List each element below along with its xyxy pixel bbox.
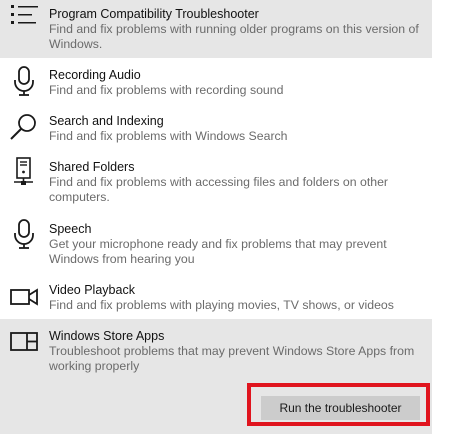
microphone-icon — [8, 218, 40, 250]
troubleshooter-item-video-playback[interactable]: Video Playback Find and fix problems wit… — [0, 273, 432, 319]
magnifier-icon — [8, 111, 40, 143]
troubleshooter-description: Troubleshoot problems that may prevent W… — [49, 344, 415, 373]
troubleshooter-description: Find and fix problems with recording sou… — [49, 83, 284, 97]
store-apps-icon — [8, 325, 40, 357]
troubleshooter-description: Get your microphone ready and fix proble… — [49, 237, 387, 266]
troubleshooter-title: Recording Audio — [49, 68, 141, 82]
list-icon — [8, 3, 40, 35]
troubleshooter-item-program-compatibility[interactable]: Program Compatibility Troubleshooter Fin… — [0, 0, 432, 58]
troubleshooter-title: Shared Folders — [49, 160, 135, 174]
troubleshooter-title: Search and Indexing — [49, 114, 164, 128]
troubleshooter-description: Find and fix problems with running older… — [49, 22, 419, 51]
microphone-icon — [8, 65, 40, 97]
troubleshooter-title: Windows Store Apps — [49, 329, 165, 343]
troubleshooter-title: Video Playback — [49, 283, 135, 297]
networked-computer-icon — [8, 157, 40, 189]
troubleshooter-title: Program Compatibility Troubleshooter — [49, 7, 259, 21]
troubleshooter-description: Find and fix problems with Windows Searc… — [49, 129, 288, 143]
troubleshooter-description: Find and fix problems with accessing fil… — [49, 175, 389, 204]
troubleshooter-item-shared-folders[interactable]: Shared Folders Find and fix problems wit… — [0, 150, 432, 211]
run-troubleshooter-button[interactable]: Run the troubleshooter — [261, 396, 420, 420]
video-camera-icon — [8, 281, 40, 313]
troubleshooter-item-search-indexing[interactable]: Search and Indexing Find and fix problem… — [0, 104, 432, 150]
troubleshooter-title: Speech — [49, 222, 92, 236]
troubleshooter-item-recording-audio[interactable]: Recording Audio Find and fix problems wi… — [0, 58, 432, 104]
troubleshooter-item-speech[interactable]: Speech Get your microphone ready and fix… — [0, 211, 432, 273]
troubleshooter-description: Find and fix problems with playing movie… — [49, 298, 394, 312]
